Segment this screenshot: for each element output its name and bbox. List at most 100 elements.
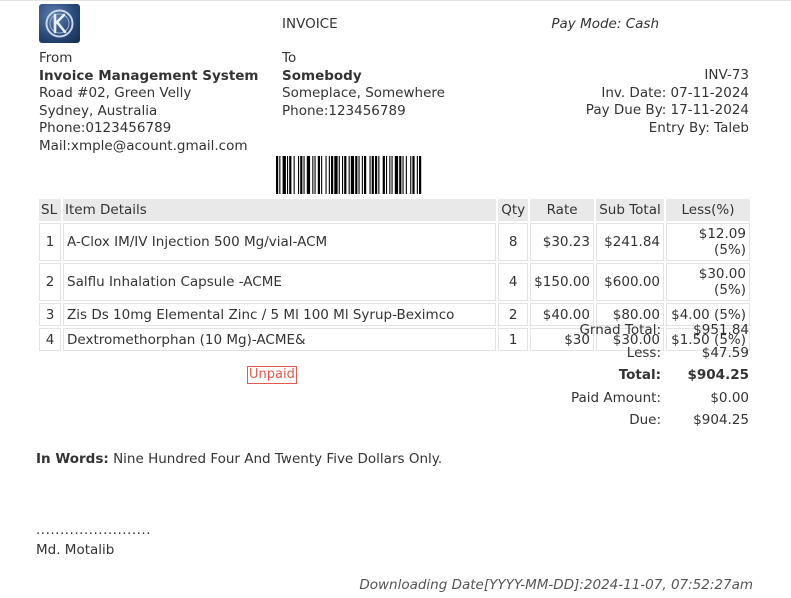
- col-sl: SL: [39, 199, 61, 221]
- from-label: From: [39, 50, 73, 66]
- top-divider: [0, 0, 791, 1]
- from-address-line2: Sydney, Australia: [39, 102, 158, 119]
- barcode-bar: [369, 156, 371, 194]
- barcode-bar: [419, 156, 422, 194]
- from-block: From Invoice Management System Road #02,…: [39, 50, 259, 155]
- grand-total-label: Grnad Total:: [579, 322, 661, 338]
- barcode-bar: [325, 156, 327, 194]
- cell-sl: 2: [39, 263, 61, 301]
- barcode-bar: [399, 156, 402, 194]
- barcode-bar: [298, 156, 300, 194]
- barcode-bar: [276, 156, 279, 194]
- paid-amount-label: Paid Amount:: [570, 389, 661, 406]
- paid-amount-value: $0.00: [710, 389, 749, 406]
- barcode-bar: [364, 156, 367, 194]
- cell-item: Salflu Inhalation Capsule -ACME: [63, 263, 497, 301]
- grand-total-value: $951.84: [693, 322, 749, 338]
- barcode-bar: [306, 156, 311, 194]
- cell-sl: 1: [39, 223, 61, 261]
- totals-block: Grnad Total: $951.84 Less: $47.59 Total:…: [461, 319, 749, 432]
- barcode-bar: [386, 156, 388, 194]
- in-words-text: Nine Hundred Four And Twenty Five Dollar…: [108, 451, 443, 467]
- company-logo: [39, 4, 80, 43]
- barcode-bar: [321, 156, 323, 194]
- cell-subtotal: $600.00: [596, 263, 664, 301]
- barcode-bar: [402, 156, 404, 194]
- col-rate: Rate: [530, 199, 594, 221]
- barcode-bar: [317, 156, 320, 194]
- barcode-bar: [331, 156, 334, 194]
- signatory-name: Md. Motalib: [36, 542, 115, 558]
- pay-mode: Pay Mode: Cash: [551, 16, 659, 32]
- download-timestamp: Downloading Date[YYYY-MM-DD]:2024-11-07,…: [359, 577, 753, 593]
- cell-less: $12.09 (5%): [666, 223, 750, 261]
- col-qty: Qty: [498, 199, 529, 221]
- total-row: Total: $904.25: [461, 364, 749, 387]
- barcode-bar: [334, 156, 338, 194]
- cell-qty: 8: [498, 223, 529, 261]
- barcode: [276, 156, 422, 194]
- total-label: Total:: [618, 367, 661, 384]
- barcode-bar: [371, 156, 374, 194]
- invoice-date: Inv. Date: 07-11-2024: [601, 84, 749, 101]
- less-row: Less: $47.59: [461, 342, 749, 365]
- paid-amount-row: Paid Amount: $0.00: [461, 387, 749, 410]
- barcode-bar: [375, 156, 378, 194]
- cell-sl: 4: [39, 328, 61, 351]
- barcode-bar: [289, 156, 292, 194]
- barcode-bar: [355, 156, 358, 194]
- barcode-bar: [361, 156, 363, 194]
- barcode-bar: [328, 156, 330, 194]
- invoice-due-date: Pay Due By: 17-11-2024: [585, 102, 749, 118]
- payment-status-badge: Unpaid: [247, 366, 297, 384]
- to-phone: Phone:123456789: [282, 102, 406, 119]
- grand-total-row: Grnad Total: $951.84: [461, 319, 749, 342]
- due-label: Due:: [629, 412, 661, 429]
- to-block: To Somebody Someplace, Somewhere Phone:1…: [282, 50, 445, 120]
- barcode-bar: [287, 156, 289, 194]
- barcode-bar: [391, 156, 393, 194]
- invoice-info: INV-73 Inv. Date: 07-11-2024 Pay Due By:…: [586, 67, 749, 137]
- cell-rate: $30.23: [530, 223, 594, 261]
- document-title: INVOICE: [282, 16, 338, 32]
- less-value: $47.59: [701, 344, 749, 361]
- table-row: 1 A-Clox IM/IV Injection 500 Mg/vial-ACM…: [39, 223, 750, 261]
- cell-rate: $150.00: [530, 263, 594, 301]
- barcode-bar: [293, 156, 295, 194]
- barcode-bar: [314, 156, 316, 194]
- total-value: $904.25: [687, 367, 750, 384]
- cell-subtotal: $241.84: [596, 223, 664, 261]
- to-name: Somebody: [282, 67, 362, 84]
- amount-in-words: In Words: Nine Hundred Four And Twenty F…: [36, 451, 442, 467]
- col-item-details: Item Details: [63, 199, 497, 221]
- cell-item: Dextromethorphan (10 Mg)-ACME&: [63, 328, 497, 351]
- barcode-bar: [303, 156, 305, 194]
- table-row: 2 Salflu Inhalation Capsule -ACME 4 $150…: [39, 263, 750, 301]
- table-header-row: SL Item Details Qty Rate Sub Total Less(…: [39, 199, 750, 221]
- cell-item: A-Clox IM/IV Injection 500 Mg/vial-ACM: [63, 223, 497, 261]
- barcode-bar: [338, 156, 340, 194]
- barcode-bar: [394, 156, 399, 194]
- col-subtotal: Sub Total: [596, 199, 664, 221]
- barcode-bar: [282, 156, 286, 194]
- barcode-bar: [389, 156, 391, 194]
- barcode-bar: [382, 156, 385, 194]
- invoice-number: INV-73: [704, 67, 749, 83]
- cell-item: Zis Ds 10mg Elemental Zinc / 5 Ml 100 Ml…: [63, 303, 497, 326]
- to-address: Someplace, Somewhere: [282, 85, 445, 101]
- barcode-bar: [358, 156, 360, 194]
- due-value: $904.25: [693, 412, 749, 429]
- barcode-bar: [405, 156, 407, 194]
- barcode-bar: [342, 156, 344, 194]
- cell-less: $30.00 (5%): [666, 263, 750, 301]
- cell-sl: 3: [39, 303, 61, 326]
- in-words-label: In Words:: [36, 451, 109, 467]
- col-less: Less(%): [666, 199, 750, 221]
- barcode-bar: [416, 156, 418, 194]
- barcode-bar: [412, 156, 415, 194]
- barcode-bar: [350, 156, 355, 194]
- from-name: Invoice Management System: [39, 67, 259, 84]
- barcode-bar: [279, 156, 281, 194]
- barcode-bar: [378, 156, 380, 194]
- due-row: Due: $904.25: [461, 409, 749, 432]
